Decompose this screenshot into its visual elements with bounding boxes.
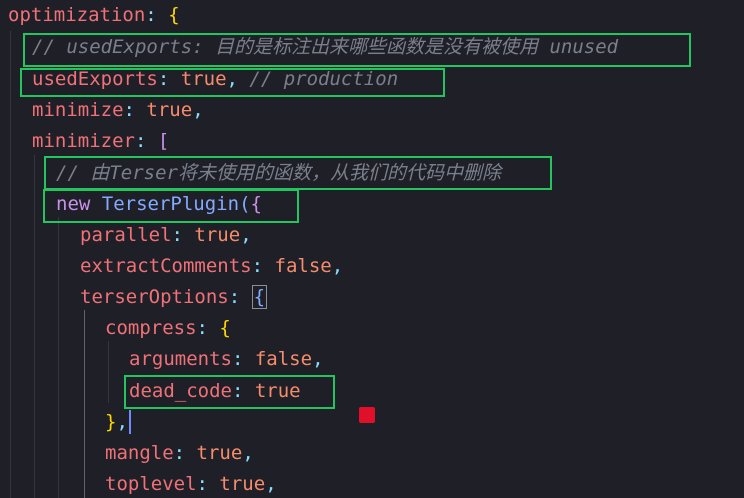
- comma: ,: [331, 255, 344, 277]
- highlight-box-usedexports: [20, 68, 445, 97]
- code-line-8[interactable]: parallel: true,: [80, 220, 252, 251]
- code-editor[interactable]: optimization: { // usedExports: 目的是标注出来哪…: [0, 0, 744, 498]
- code-line-9[interactable]: extractComments: false,: [80, 251, 343, 282]
- colon: :: [123, 99, 135, 121]
- comma: ,: [240, 224, 252, 246]
- code-line-5[interactable]: minimizer: [: [32, 126, 169, 157]
- property-key: optimization: [8, 4, 146, 26]
- boolean-value: true: [194, 224, 241, 246]
- colon: :: [251, 255, 264, 277]
- highlight-box-terserplugin: [43, 189, 299, 223]
- close-brace: }: [105, 411, 117, 433]
- property-key: extractComments: [80, 255, 252, 277]
- code-line-15[interactable]: mangle: true,: [105, 438, 254, 469]
- cursor-marker: [359, 407, 375, 423]
- code-line-12[interactable]: arguments: false,: [129, 344, 324, 375]
- property-key: parallel: [80, 224, 172, 246]
- code-line-14[interactable]: },: [105, 407, 128, 438]
- comma: ,: [265, 473, 277, 495]
- property-key: minimizer: [32, 130, 135, 152]
- colon: :: [171, 224, 183, 246]
- colon: :: [173, 442, 186, 464]
- boolean-value: false: [254, 348, 313, 370]
- property-key: arguments: [129, 348, 232, 370]
- code-line-11[interactable]: compress: {: [105, 313, 231, 344]
- open-brace: {: [168, 4, 180, 26]
- highlight-box-comment-terser: [44, 156, 552, 190]
- code-line-16[interactable]: toplevel: true,: [105, 469, 277, 498]
- property-key: toplevel: [105, 473, 197, 495]
- property-key: mangle: [105, 442, 174, 464]
- colon: :: [228, 286, 241, 308]
- colon: :: [145, 4, 157, 26]
- property-key: terserOptions: [80, 286, 229, 308]
- colon: :: [196, 317, 208, 339]
- comma: ,: [192, 99, 204, 121]
- colon: :: [134, 130, 147, 152]
- comma: ,: [242, 442, 254, 464]
- indent-guide: [34, 155, 35, 498]
- comma: ,: [116, 411, 128, 433]
- colon: :: [231, 348, 244, 370]
- colon: :: [196, 473, 208, 495]
- indent-guide: [10, 31, 11, 498]
- boolean-value: true: [219, 473, 266, 495]
- property-key: compress: [105, 317, 197, 339]
- code-line-4[interactable]: minimize: true,: [32, 95, 204, 126]
- boolean-value: true: [196, 442, 243, 464]
- code-line-10[interactable]: terserOptions: {: [80, 282, 268, 313]
- boolean-value: false: [274, 255, 332, 277]
- open-bracket: [: [157, 130, 170, 152]
- highlight-box-comment-usedexports: [23, 33, 691, 67]
- highlight-box-dead-code: [124, 375, 335, 409]
- property-key: minimize: [32, 99, 124, 121]
- boolean-value: true: [146, 99, 193, 121]
- open-brace: {: [219, 317, 231, 339]
- comma: ,: [312, 348, 324, 370]
- indent-guide: [108, 341, 109, 403]
- open-brace-matched: {: [251, 285, 268, 309]
- code-line-1[interactable]: optimization: {: [8, 0, 180, 31]
- indent-guide-active: [84, 310, 85, 498]
- text-cursor: [129, 410, 131, 434]
- indent-guide: [58, 217, 59, 498]
